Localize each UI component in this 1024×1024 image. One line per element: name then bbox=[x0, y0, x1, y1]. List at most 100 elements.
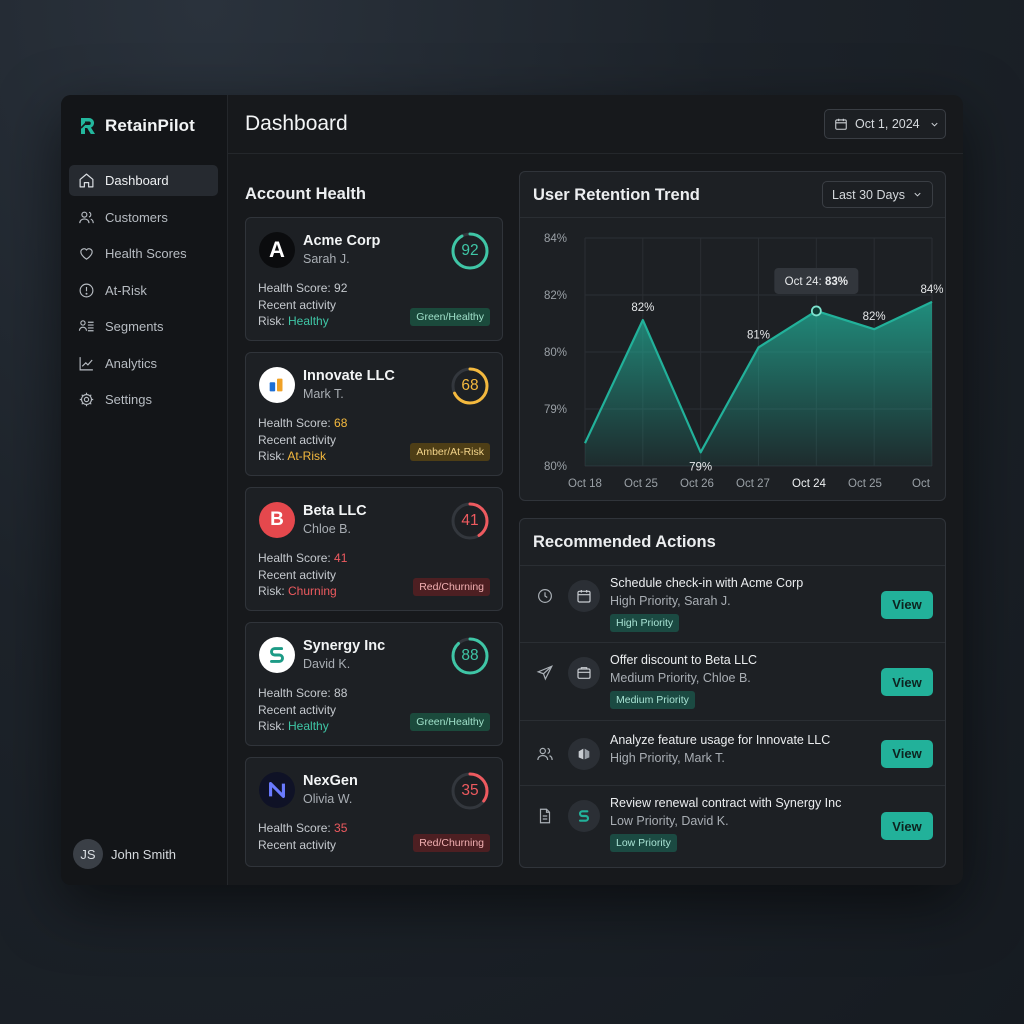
innovate-logo-icon bbox=[568, 737, 600, 770]
data-label: 79% bbox=[689, 461, 712, 473]
x-tick-label: Oct 26 bbox=[680, 478, 714, 490]
view-button[interactable]: View bbox=[881, 812, 933, 840]
segments-icon bbox=[78, 320, 94, 332]
health-score-label: Health Score: bbox=[258, 686, 331, 700]
action-subtitle: High Priority, Sarah J. bbox=[610, 594, 731, 608]
sidebar-item-health-scores[interactable]: Health Scores bbox=[69, 238, 218, 269]
y-tick-label: 80% bbox=[544, 461, 567, 473]
account-details: Health Score: 88 Recent activity Risk: Hea… bbox=[258, 685, 347, 735]
x-tick-label: Oct 25 bbox=[624, 478, 658, 490]
account-card[interactable]: A Acme Corp Sarah J. 92 Health Score: 92 Rece… bbox=[245, 217, 503, 341]
status-badge: Green/Healthy bbox=[410, 308, 490, 326]
account-name: NexGen bbox=[303, 773, 358, 789]
date-picker[interactable]: Oct 1, 2024 bbox=[824, 109, 946, 139]
action-title: Analyze feature usage for Innovate LLC bbox=[610, 733, 831, 747]
status-badge: Amber/At-Risk bbox=[410, 443, 490, 461]
home-icon bbox=[79, 173, 94, 188]
sidebar-item-customers[interactable]: Customers bbox=[69, 202, 218, 233]
avatar: JS bbox=[73, 839, 103, 869]
account-card[interactable]: NexGen Olivia W. 35 Health Score: 35 Recent … bbox=[245, 757, 503, 867]
action-item: Analyze feature usage for Innovate LLC Hi… bbox=[520, 720, 945, 785]
range-select[interactable]: Last 30 Days bbox=[822, 181, 933, 208]
retention-chart-panel: User Retention Trend Last 30 Days 84% 82%… bbox=[519, 171, 946, 501]
account-details: Health Score: 92 Recent activity Risk: Hea… bbox=[258, 280, 347, 330]
retainpilot-logo-icon bbox=[80, 117, 95, 134]
sidebar-item-label: Health Scores bbox=[105, 246, 187, 261]
user-profile[interactable]: JS John Smith bbox=[73, 839, 176, 869]
data-label: 84% bbox=[920, 284, 943, 296]
health-score-text: 92 bbox=[334, 281, 348, 295]
heart-icon bbox=[80, 248, 93, 260]
action-subtitle: Medium Priority, Chloe B. bbox=[610, 671, 751, 685]
status-badge: Green/Healthy bbox=[410, 713, 490, 731]
data-label: 81% bbox=[747, 329, 770, 341]
health-score-value: 35 bbox=[461, 782, 479, 799]
risk-value: Healthy bbox=[288, 719, 329, 733]
sidebar-item-settings[interactable]: Settings bbox=[69, 384, 218, 415]
sidebar-item-label: Dashboard bbox=[105, 173, 169, 188]
health-score-value: 68 bbox=[461, 377, 479, 394]
sidebar-item-at-risk[interactable]: At-Risk bbox=[69, 275, 218, 306]
brand[interactable]: RetainPilot bbox=[78, 116, 195, 136]
view-button[interactable]: View bbox=[881, 668, 933, 696]
y-tick-label: 80% bbox=[544, 347, 567, 359]
sidebar-item-segments[interactable]: Segments bbox=[69, 311, 218, 342]
sidebar: RetainPilot Dashboard Customers Health S… bbox=[61, 95, 228, 885]
sidebar-item-dashboard[interactable]: Dashboard bbox=[69, 165, 218, 196]
company-logo-icon bbox=[259, 367, 295, 403]
action-item: Schedule check-in with Acme Corp High Pri… bbox=[520, 565, 945, 642]
recent-activity: Recent activity bbox=[258, 837, 337, 852]
company-logo-icon: A bbox=[259, 232, 295, 268]
app-window: RetainPilot Dashboard Customers Health S… bbox=[61, 95, 963, 885]
users-icon bbox=[79, 211, 94, 223]
calendar-icon bbox=[835, 118, 847, 130]
sidebar-nav: Dashboard Customers Health Scores At-Ris… bbox=[69, 165, 218, 421]
sidebar-item-analytics[interactable]: Analytics bbox=[69, 348, 218, 379]
risk-value: Churning bbox=[288, 584, 337, 598]
recent-activity: Recent activity bbox=[258, 567, 337, 582]
sidebar-item-label: Settings bbox=[105, 392, 152, 407]
risk-label: Risk: bbox=[258, 584, 285, 598]
y-tick-label: 82% bbox=[544, 290, 567, 302]
retention-chart: 84%82%80%79%80%Oct 18 Oct 25 Oct 26 Oct 27 O… bbox=[544, 233, 944, 490]
account-health-title: Account Health bbox=[245, 185, 367, 203]
health-score-value: 92 bbox=[461, 242, 479, 259]
action-item: Offer discount to Beta LLC Medium Priorit… bbox=[520, 642, 945, 720]
account-name: Innovate LLC bbox=[303, 368, 395, 384]
view-button[interactable]: View bbox=[881, 739, 933, 768]
data-label: 82% bbox=[631, 302, 654, 314]
chevron-down-icon bbox=[931, 122, 938, 127]
health-score-text: 68 bbox=[334, 416, 348, 430]
send-icon bbox=[536, 665, 554, 681]
app-name: RetainPilot bbox=[105, 116, 195, 135]
actions-list: Schedule check-in with Acme Corp High Pri… bbox=[520, 565, 945, 865]
sidebar-item-label: Customers bbox=[105, 209, 168, 225]
account-details: Health Score: 68 Recent activity Risk: At-… bbox=[258, 415, 347, 465]
y-tick-label: 79% bbox=[544, 404, 567, 416]
health-score-text: 41 bbox=[334, 551, 348, 565]
alert-circle-icon bbox=[79, 283, 94, 297]
risk-value: At-Risk bbox=[287, 449, 327, 463]
account-name: Synergy Inc bbox=[303, 638, 386, 654]
action-title: Schedule check-in with Acme Corp bbox=[610, 576, 804, 590]
discount-icon bbox=[568, 657, 600, 689]
gear-icon bbox=[79, 392, 94, 407]
risk-label: Risk: bbox=[258, 719, 285, 733]
account-card[interactable]: Synergy Inc David K. 88 Health Score: 88 Rec… bbox=[245, 622, 503, 746]
synergy-logo-icon bbox=[568, 800, 600, 832]
health-score-label: Health Score: bbox=[258, 416, 331, 430]
x-tick-label: Oct 27 bbox=[736, 478, 770, 490]
sidebar-item-label: At-Risk bbox=[105, 282, 147, 298]
view-button[interactable]: View bbox=[881, 590, 933, 619]
recommended-actions-title: Recommended Actions bbox=[533, 533, 716, 551]
account-card[interactable]: Innovate LLC Mark T. 68 Health Score: 68 Rec… bbox=[245, 352, 503, 476]
sidebar-item-label: Segments bbox=[105, 319, 164, 334]
chevron-down-icon bbox=[914, 192, 921, 197]
action-subtitle: High Priority, Mark T. bbox=[610, 751, 725, 765]
header: Dashboard Oct 1, 2024 bbox=[228, 95, 963, 154]
account-card[interactable]: B Beta LLC Chloe B. 41 Health Score: 41 Recen… bbox=[245, 487, 503, 611]
range-select-value: Last 30 Days bbox=[832, 187, 905, 202]
health-score-label: Health Score: bbox=[258, 821, 331, 835]
data-label: 82% bbox=[863, 311, 886, 323]
main-content: Dashboard Oct 1, 2024 Account Health A Ac… bbox=[228, 95, 963, 885]
